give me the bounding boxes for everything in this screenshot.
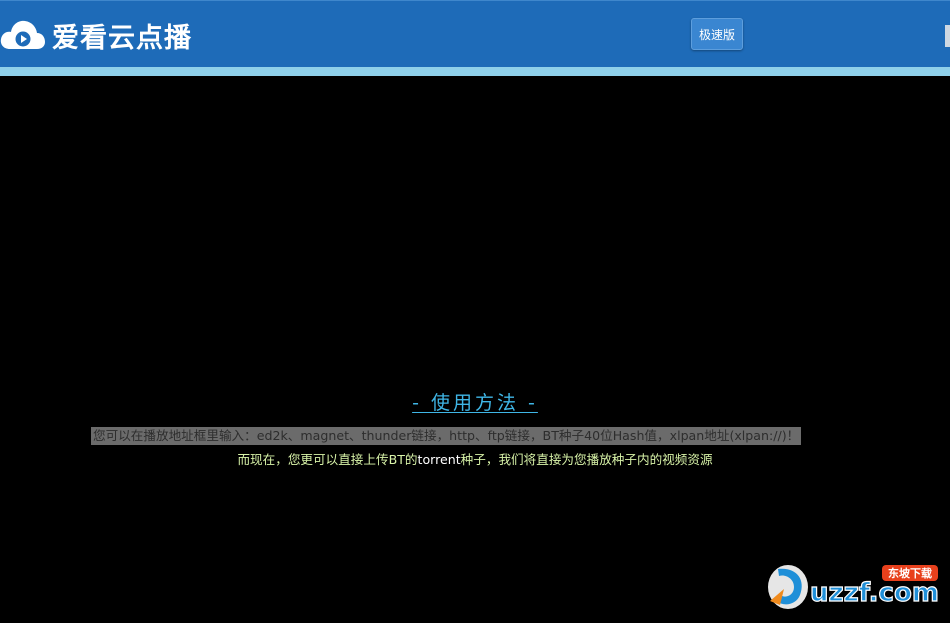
usage-title[interactable]: - 使用方法 - <box>0 388 950 415</box>
uzzf-logo-icon: uzzf.com 东坡下载 <box>768 565 940 609</box>
watermark-tag: 东坡下载 <box>888 566 932 580</box>
cloud-play-icon <box>0 20 45 49</box>
app-window: 爱看云点播 极速版 - 使用方法 - 您可以在播放地址框里输入：ed2k、mag… <box>0 0 950 623</box>
usage-line2-part2: 种子，我们将直接为您播放种子内的视频资源 <box>460 452 713 467</box>
app-title: 爱看云点播 <box>52 22 192 54</box>
app-logo[interactable]: 爱看云点播 <box>0 13 192 57</box>
speed-version-button[interactable]: 极速版 <box>691 18 743 50</box>
usage-instructions-line1: 您可以在播放地址框里输入：ed2k、magnet、thunder链接，http、… <box>91 427 802 445</box>
header-accent-bar <box>0 67 950 76</box>
usage-line2-torrent: torrent <box>417 452 461 467</box>
video-player-area[interactable]: - 使用方法 - 您可以在播放地址框里输入：ed2k、magnet、thunde… <box>0 76 950 623</box>
header-edge-handle[interactable] <box>945 25 950 47</box>
usage-title-link[interactable]: - 使用方法 - <box>412 392 538 414</box>
header-bar: 爱看云点播 极速版 <box>0 0 950 67</box>
usage-line2-part1: 而现在，您更可以直接上传BT的 <box>237 452 418 467</box>
watermark-text: uzzf.com <box>810 578 939 608</box>
usage-instructions-line2: 而现在，您更可以直接上传BT的torrent种子，我们将直接为您播放种子内的视频… <box>0 449 950 468</box>
